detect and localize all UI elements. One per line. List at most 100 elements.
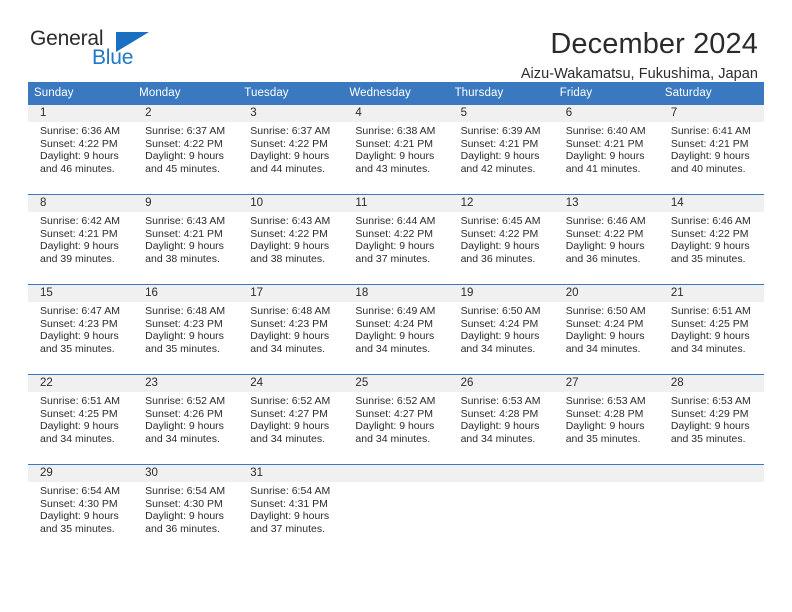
- sunrise-text: Sunrise: 6:54 AM: [250, 485, 331, 497]
- day-cell[interactable]: 10 Sunrise: 6:43 AM Sunset: 4:22 PM Dayl…: [238, 195, 344, 284]
- sunset-text: Sunset: 4:24 PM: [355, 317, 434, 330]
- day-cell[interactable]: 11 Sunrise: 6:44 AM Sunset: 4:22 PM Dayl…: [343, 195, 449, 284]
- day-cell[interactable]: 4 Sunrise: 6:38 AM Sunset: 4:21 PM Dayli…: [343, 105, 449, 194]
- day-number: 26: [460, 377, 474, 389]
- sunset-text: Sunset: 4:24 PM: [460, 317, 539, 330]
- day-cell-empty: [343, 465, 449, 554]
- day-cell[interactable]: 3 Sunrise: 6:37 AM Sunset: 4:22 PM Dayli…: [238, 105, 344, 194]
- day-number: 15: [40, 287, 53, 299]
- daynum-band: [448, 465, 554, 482]
- day-cell[interactable]: 8 Sunrise: 6:42 AM Sunset: 4:21 PM Dayli…: [28, 195, 134, 284]
- daylight-text-line2: and 42 minutes.: [460, 162, 536, 175]
- day-cell[interactable]: 19 Sunrise: 6:50 AM Sunset: 4:24 PM Dayl…: [448, 285, 554, 374]
- day-cell[interactable]: 1 Sunrise: 6:36 AM Sunset: 4:22 PM Dayli…: [28, 105, 134, 194]
- day-cell[interactable]: 22 Sunrise: 6:51 AM Sunset: 4:25 PM Dayl…: [28, 375, 134, 464]
- day-cell[interactable]: 14 Sunrise: 6:46 AM Sunset: 4:22 PM Dayl…: [658, 195, 764, 284]
- day-cell[interactable]: 23 Sunrise: 6:52 AM Sunset: 4:26 PM Dayl…: [133, 375, 239, 464]
- sunset-text: Sunset: 4:22 PM: [565, 227, 644, 240]
- day-number: 11: [355, 197, 368, 209]
- day-cell[interactable]: 21 Sunrise: 6:51 AM Sunset: 4:25 PM Dayl…: [658, 285, 764, 374]
- daylight-text-line2: and 34 minutes.: [250, 432, 325, 445]
- sunset-text: Sunset: 4:30 PM: [145, 497, 223, 510]
- day-cell[interactable]: 27 Sunrise: 6:53 AM Sunset: 4:28 PM Dayl…: [553, 375, 659, 464]
- day-cell[interactable]: 12 Sunrise: 6:45 AM Sunset: 4:22 PM Dayl…: [448, 195, 554, 284]
- sunset-text: Sunset: 4:23 PM: [145, 317, 223, 330]
- sunrise-text: Sunrise: 6:53 AM: [460, 395, 541, 407]
- sunrise-text: Sunrise: 6:42 AM: [40, 215, 120, 227]
- day-details: Sunrise: 6:39 AM Sunset: 4:21 PM Dayligh…: [455, 122, 548, 175]
- day-cell[interactable]: 18 Sunrise: 6:49 AM Sunset: 4:24 PM Dayl…: [343, 285, 449, 374]
- day-number: 24: [250, 377, 264, 389]
- weekday-wednesday: Wednesday: [349, 87, 411, 99]
- day-cell[interactable]: 30 Sunrise: 6:54 AM Sunset: 4:30 PM Dayl…: [133, 465, 239, 554]
- general-blue-logo[interactable]: General Blue: [28, 28, 168, 76]
- day-cell[interactable]: 16 Sunrise: 6:48 AM Sunset: 4:23 PM Dayl…: [133, 285, 239, 374]
- sunset-text: Sunset: 4:28 PM: [460, 407, 539, 420]
- day-number: 25: [355, 377, 369, 389]
- daylight-text-line2: and 35 minutes.: [145, 342, 220, 355]
- day-cell[interactable]: 26 Sunrise: 6:53 AM Sunset: 4:28 PM Dayl…: [448, 375, 554, 464]
- daylight-text-line1: Daylight: 9 hours: [40, 510, 119, 523]
- day-cell[interactable]: 29 Sunrise: 6:54 AM Sunset: 4:30 PM Dayl…: [28, 465, 134, 554]
- daylight-text-line1: Daylight: 9 hours: [355, 150, 435, 163]
- daylight-text-line2: and 38 minutes.: [145, 252, 220, 265]
- day-number: 30: [145, 467, 158, 479]
- day-cell[interactable]: 5 Sunrise: 6:39 AM Sunset: 4:21 PM Dayli…: [448, 105, 554, 194]
- daylight-text-line2: and 34 minutes.: [460, 342, 536, 355]
- sunrise-text: Sunrise: 6:49 AM: [355, 305, 436, 317]
- day-cell[interactable]: 7 Sunrise: 6:41 AM Sunset: 4:21 PM Dayli…: [658, 105, 764, 194]
- day-cell[interactable]: 31 Sunrise: 6:54 AM Sunset: 4:31 PM Dayl…: [238, 465, 344, 554]
- daylight-text-line2: and 35 minutes.: [670, 432, 746, 445]
- day-cell[interactable]: 17 Sunrise: 6:48 AM Sunset: 4:23 PM Dayl…: [238, 285, 344, 374]
- sunrise-text: Sunrise: 6:46 AM: [670, 215, 751, 227]
- daylight-text-line1: Daylight: 9 hours: [145, 420, 224, 433]
- daylight-text-line1: Daylight: 9 hours: [250, 330, 330, 343]
- day-number: 21: [670, 287, 684, 299]
- day-details: Sunrise: 6:54 AM Sunset: 4:30 PM Dayligh…: [34, 482, 127, 535]
- daylight-text-line2: and 41 minutes.: [565, 162, 641, 175]
- day-cell[interactable]: 15 Sunrise: 6:47 AM Sunset: 4:23 PM Dayl…: [28, 285, 134, 374]
- day-number: 9: [145, 197, 152, 209]
- sunset-text: Sunset: 4:22 PM: [670, 227, 749, 240]
- page-title: December 2024: [550, 28, 758, 60]
- sunrise-text: Sunrise: 6:54 AM: [40, 485, 120, 497]
- day-cell[interactable]: 6 Sunrise: 6:40 AM Sunset: 4:21 PM Dayli…: [553, 105, 659, 194]
- sunrise-text: Sunrise: 6:37 AM: [145, 125, 226, 137]
- day-cell-empty: [448, 465, 554, 554]
- day-number: 8: [40, 197, 47, 209]
- day-cell[interactable]: 28 Sunrise: 6:53 AM Sunset: 4:29 PM Dayl…: [658, 375, 764, 464]
- day-details: Sunrise: 6:41 AM Sunset: 4:21 PM Dayligh…: [665, 122, 758, 175]
- sunset-text: Sunset: 4:21 PM: [145, 227, 223, 240]
- week-row: 22 Sunrise: 6:51 AM Sunset: 4:25 PM Dayl…: [28, 374, 764, 464]
- daylight-text-line1: Daylight: 9 hours: [250, 420, 330, 433]
- sunrise-text: Sunrise: 6:45 AM: [460, 215, 541, 227]
- day-number: 31: [250, 467, 264, 479]
- day-cell[interactable]: 25 Sunrise: 6:52 AM Sunset: 4:27 PM Dayl…: [343, 375, 449, 464]
- sunset-text: Sunset: 4:23 PM: [40, 317, 118, 330]
- day-cell[interactable]: 13 Sunrise: 6:46 AM Sunset: 4:22 PM Dayl…: [553, 195, 659, 284]
- day-cell[interactable]: 20 Sunrise: 6:50 AM Sunset: 4:24 PM Dayl…: [553, 285, 659, 374]
- day-number: 17: [250, 287, 264, 299]
- daylight-text-line2: and 34 minutes.: [355, 432, 431, 445]
- day-details: Sunrise: 6:45 AM Sunset: 4:22 PM Dayligh…: [455, 212, 548, 265]
- day-cell[interactable]: 2 Sunrise: 6:37 AM Sunset: 4:22 PM Dayli…: [133, 105, 239, 194]
- day-cell[interactable]: 24 Sunrise: 6:52 AM Sunset: 4:27 PM Dayl…: [238, 375, 344, 464]
- sunset-text: Sunset: 4:22 PM: [145, 137, 223, 150]
- daylight-text-line1: Daylight: 9 hours: [355, 330, 435, 343]
- daylight-text-line2: and 40 minutes.: [670, 162, 746, 175]
- day-details: Sunrise: 6:48 AM Sunset: 4:23 PM Dayligh…: [244, 302, 337, 355]
- daylight-text-line1: Daylight: 9 hours: [40, 330, 119, 343]
- day-number: 2: [145, 107, 152, 119]
- sunset-text: Sunset: 4:30 PM: [40, 497, 118, 510]
- day-cell[interactable]: 9 Sunrise: 6:43 AM Sunset: 4:21 PM Dayli…: [133, 195, 239, 284]
- sunset-text: Sunset: 4:28 PM: [565, 407, 644, 420]
- day-number: 20: [565, 287, 579, 299]
- week-row: 15 Sunrise: 6:47 AM Sunset: 4:23 PM Dayl…: [28, 284, 764, 374]
- sunrise-text: Sunrise: 6:46 AM: [565, 215, 646, 227]
- day-details: Sunrise: 6:51 AM Sunset: 4:25 PM Dayligh…: [665, 302, 758, 355]
- sunset-text: Sunset: 4:23 PM: [250, 317, 328, 330]
- day-number: 4: [355, 107, 362, 119]
- title-block: December 2024 Aizu-Wakamatsu, Fukushima,…: [521, 28, 758, 83]
- daylight-text-line2: and 43 minutes.: [355, 162, 431, 175]
- sunset-text: Sunset: 4:22 PM: [250, 227, 328, 240]
